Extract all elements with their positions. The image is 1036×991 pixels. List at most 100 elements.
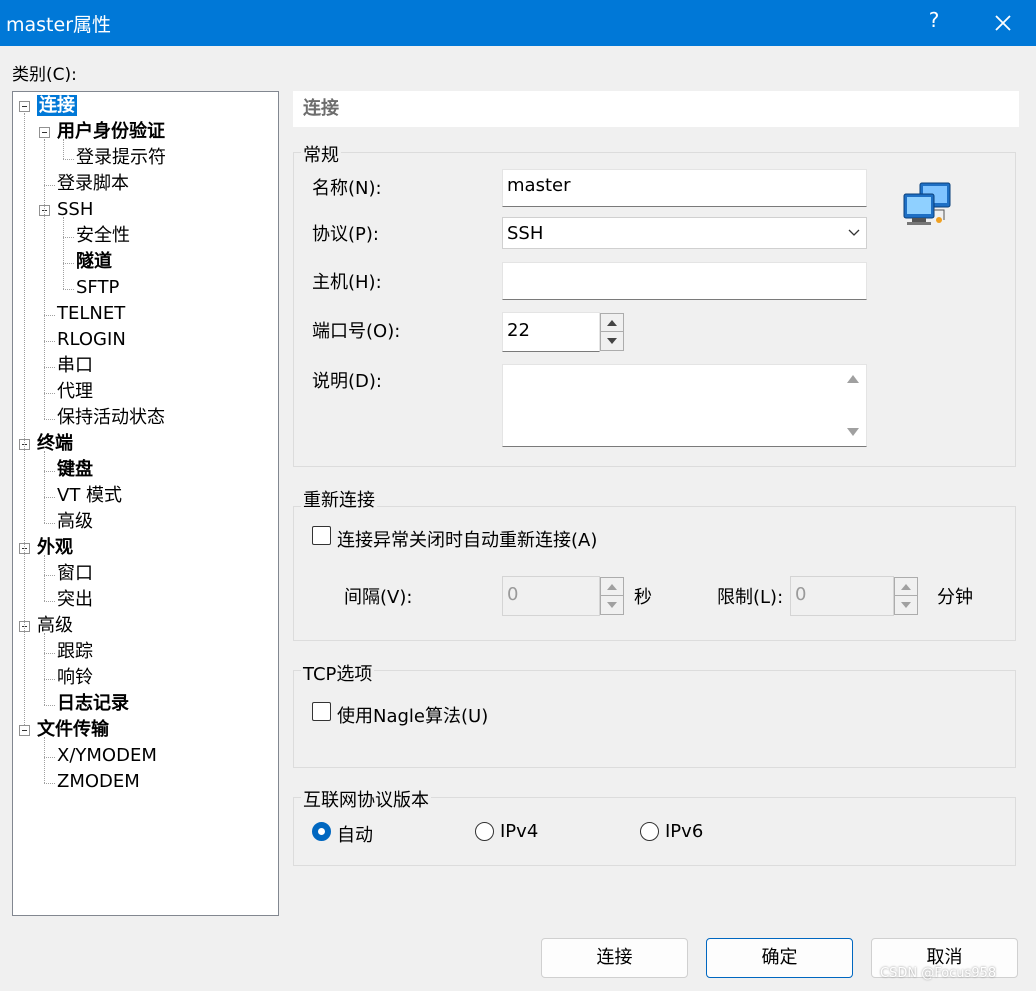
reconnect-group-title: 重新连接 — [301, 486, 377, 512]
tree-connector — [63, 237, 74, 238]
tree-guide — [44, 451, 45, 523]
tree-connector — [44, 497, 55, 498]
tree-item[interactable]: RLOGIN — [57, 328, 126, 352]
connect-button[interactable]: 连接 — [541, 938, 688, 978]
nagle-checkbox[interactable] — [312, 702, 331, 721]
tree-item[interactable]: 日志记录 — [57, 692, 129, 716]
tree-connector — [44, 367, 55, 368]
spin-up-icon[interactable] — [895, 578, 917, 596]
auto-reconnect-label: 连接异常关闭时自动重新连接(A) — [337, 530, 598, 551]
tree-item[interactable]: 高级 — [57, 510, 93, 534]
description-scrollbar[interactable] — [842, 366, 864, 444]
tree-item-label: 连接 — [37, 95, 77, 116]
tree-item[interactable]: 安全性 — [76, 224, 130, 248]
spin-up-icon[interactable] — [601, 314, 623, 332]
collapse-icon[interactable] — [39, 127, 50, 138]
tree-item[interactable]: 登录提示符 — [76, 146, 166, 170]
tree-item[interactable]: 窗口 — [57, 562, 93, 586]
limit-spinner[interactable] — [894, 577, 918, 615]
tree-item-label: 用户身份验证 — [57, 121, 165, 142]
tree-item[interactable]: SFTP — [76, 276, 119, 300]
protocol-value: SSH — [507, 223, 544, 244]
interval-label: 间隔(V): — [344, 587, 413, 608]
tree-connector — [44, 601, 55, 602]
collapse-icon[interactable] — [19, 725, 30, 736]
radio-ipv4[interactable] — [475, 822, 494, 841]
tree-item-label: 串口 — [57, 355, 93, 376]
spin-down-icon[interactable] — [601, 332, 623, 350]
tree-item[interactable]: 登录脚本 — [57, 172, 129, 196]
tree-item[interactable]: 串口 — [57, 354, 93, 378]
port-spinner[interactable] — [600, 313, 624, 351]
tree-item[interactable]: 键盘 — [57, 458, 93, 482]
tree-item[interactable]: 跟踪 — [57, 640, 93, 664]
tree-connector — [44, 341, 55, 342]
tree-connector — [44, 523, 55, 524]
tree-connector — [44, 705, 55, 706]
radio-ipv6-label: IPv6 — [665, 821, 704, 842]
tree-item-label: 终端 — [37, 433, 73, 454]
tree-item[interactable]: TELNET — [57, 302, 125, 326]
spin-up-icon[interactable] — [601, 578, 623, 596]
ok-button[interactable]: 确定 — [706, 938, 853, 978]
close-button[interactable] — [988, 8, 1018, 38]
auto-reconnect-checkbox[interactable] — [312, 526, 331, 545]
category-tree[interactable]: 连接 用户身份验证 登录提示符 登录脚本 SSH 安全性 隧道 SFTP TELNET RLOGI… — [12, 91, 279, 916]
general-group-title: 常规 — [301, 141, 341, 167]
tree-item[interactable]: 响铃 — [57, 666, 93, 690]
tree-item-label: 日志记录 — [57, 693, 129, 714]
tree-item[interactable]: 用户身份验证 — [57, 120, 165, 144]
tree-item-label: 键盘 — [57, 459, 93, 480]
tree-item[interactable]: 文件传输 — [37, 718, 109, 742]
host-field[interactable] — [502, 262, 867, 300]
collapse-icon[interactable] — [19, 101, 30, 112]
spin-down-icon[interactable] — [601, 596, 623, 614]
interval-unit: 秒 — [634, 587, 652, 608]
tree-item-label: 窗口 — [57, 563, 93, 584]
protocol-select[interactable]: SSH — [502, 217, 867, 249]
name-field[interactable]: master — [502, 169, 867, 207]
tree-item-label: 突出 — [57, 589, 93, 610]
tree-item[interactable]: 连接 — [37, 94, 77, 118]
tree-item-label: 跟踪 — [57, 641, 93, 662]
tree-item[interactable]: 突出 — [57, 588, 93, 612]
tree-item-label: 登录提示符 — [76, 147, 166, 168]
interval-field[interactable]: 0 — [502, 576, 600, 616]
tree-item-label: TELNET — [57, 303, 126, 324]
port-field[interactable]: 22 — [502, 312, 600, 352]
description-field[interactable] — [502, 364, 867, 447]
tree-connector — [63, 289, 74, 290]
tree-item[interactable]: 终端 — [37, 432, 73, 456]
tree-item[interactable]: 代理 — [57, 380, 93, 404]
tree-item-label: SFTP — [76, 277, 120, 298]
help-button[interactable]: ? — [922, 8, 946, 38]
tree-connector — [44, 393, 55, 394]
tree-connector — [44, 471, 55, 472]
tree-item-label: 高级 — [37, 615, 73, 636]
interval-spinner[interactable] — [600, 577, 624, 615]
tree-connector — [44, 315, 55, 316]
radio-ipv6[interactable] — [640, 822, 659, 841]
tree-item[interactable]: 外观 — [37, 536, 73, 560]
ip-version-group-title: 互联网协议版本 — [301, 786, 431, 812]
radio-auto[interactable] — [312, 822, 331, 841]
name-label: 名称(N): — [312, 178, 382, 199]
tree-item[interactable]: X/YMODEM — [57, 744, 157, 768]
tree-item[interactable]: 高级 — [37, 614, 73, 638]
close-icon — [995, 15, 1011, 31]
limit-field[interactable]: 0 — [790, 576, 894, 616]
tree-item-label: 高级 — [57, 511, 93, 532]
spin-down-icon[interactable] — [895, 596, 917, 614]
radio-auto-label: 自动 — [337, 825, 373, 846]
tree-item-label: VT 模式 — [57, 485, 123, 506]
tree-connector — [44, 679, 55, 680]
tree-item[interactable]: 隧道 — [76, 250, 112, 274]
tree-item[interactable]: 保持活动状态 — [57, 406, 165, 430]
tree-connector — [63, 263, 74, 264]
tree-item[interactable]: ZMODEM — [57, 770, 140, 794]
tree-connector — [44, 783, 55, 784]
tree-item-label: RLOGIN — [57, 329, 126, 350]
tree-item-label: 外观 — [37, 537, 73, 558]
tree-item[interactable]: VT 模式 — [57, 484, 122, 508]
tree-connector — [44, 653, 55, 654]
